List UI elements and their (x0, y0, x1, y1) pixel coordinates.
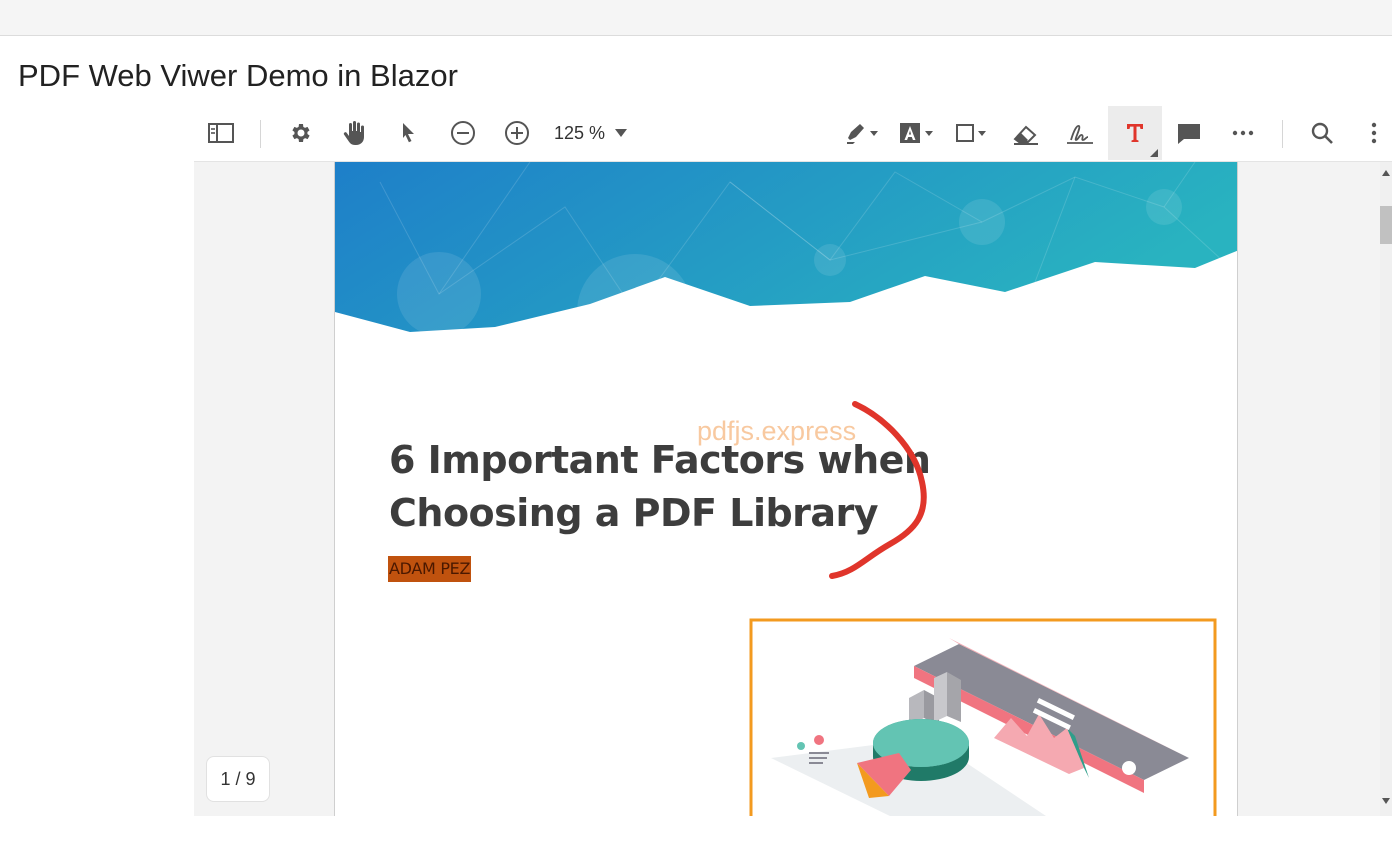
scroll-down-arrow-icon[interactable] (1382, 798, 1390, 804)
gear-icon (292, 124, 310, 142)
vertical-scrollbar[interactable] (1380, 162, 1392, 816)
search-icon (1311, 122, 1333, 144)
document-scroll-area[interactable]: pdfjs.express 6 Important Factors when C… (194, 162, 1380, 816)
vertical-ellipsis-icon (1371, 122, 1377, 144)
zoom-value: 125 % (554, 122, 606, 143)
corner-indicator-icon (1150, 149, 1158, 157)
eraser-icon (1013, 125, 1038, 145)
document-title-line-1: 6 Important Factors when (389, 438, 931, 482)
document-title: 6 Important Factors when Choosing a PDF … (389, 434, 931, 540)
toolbar-divider (260, 120, 261, 148)
browser-top-strip (0, 0, 1392, 36)
eraser-tool-button[interactable] (1003, 106, 1049, 160)
shape-tool-button[interactable] (949, 106, 995, 160)
scroll-up-arrow-icon[interactable] (1382, 170, 1390, 176)
zoom-dropdown[interactable]: 125 % (554, 106, 628, 160)
pdf-page: pdfjs.express 6 Important Factors when C… (334, 162, 1238, 816)
comment-tool-button[interactable] (1166, 106, 1212, 160)
cursor-icon (403, 123, 414, 143)
text-t-icon (1127, 124, 1143, 142)
document-title-line-2: Choosing a PDF Library (389, 491, 879, 535)
zoom-out-button[interactable] (440, 106, 486, 160)
text-box-icon (900, 123, 933, 143)
pan-button[interactable] (331, 106, 377, 160)
comment-icon (1178, 124, 1200, 144)
hand-icon (343, 121, 364, 145)
toolbar-divider (1282, 120, 1283, 148)
zoom-in-icon (505, 121, 529, 145)
free-text-tool-button[interactable] (894, 106, 940, 160)
ellipsis-icon (1232, 130, 1254, 136)
text-tool-button[interactable] (1108, 106, 1162, 160)
signature-icon (1067, 125, 1093, 144)
signature-tool-button[interactable] (1057, 106, 1103, 160)
sidebar-toggle-button[interactable] (198, 106, 244, 160)
select-button[interactable] (386, 106, 432, 160)
zoom-in-button[interactable] (494, 106, 540, 160)
more-tools-button[interactable] (1220, 106, 1266, 160)
page-title: PDF Web Viwer Demo in Blazor (18, 58, 458, 93)
sidebar-icon (208, 123, 234, 143)
illustration-frame (749, 618, 1217, 816)
highlight-tool-button[interactable] (839, 106, 885, 160)
scroll-thumb[interactable] (1380, 206, 1392, 244)
menu-button[interactable] (1354, 106, 1392, 160)
chevron-down-icon (615, 129, 628, 137)
header-banner-graphic (335, 162, 1237, 342)
page-indicator[interactable]: 1 / 9 (206, 756, 270, 802)
rectangle-icon (956, 124, 986, 142)
viewer-toolbar: 125 % (194, 106, 1392, 162)
settings-button[interactable] (277, 106, 323, 160)
highlighter-icon (847, 124, 878, 144)
zoom-out-icon (451, 121, 475, 145)
search-button[interactable] (1299, 106, 1345, 160)
pdf-viewer: 125 % pdfjs.express 6 Important Factors … (194, 106, 1392, 816)
author-highlight: ADAM PEZ (388, 556, 472, 582)
